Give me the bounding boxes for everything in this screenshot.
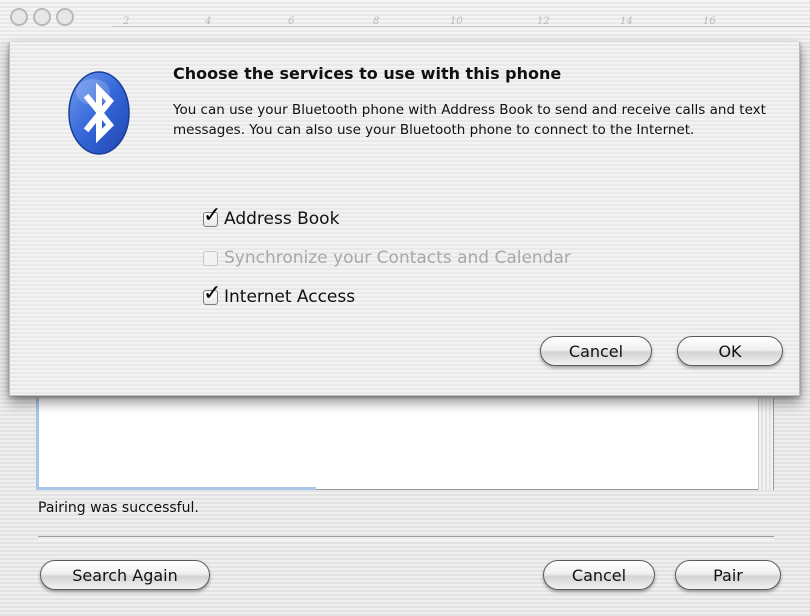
internet-access-option[interactable]: ✓ Internet Access — [203, 282, 356, 307]
ruler-number: 10 — [450, 16, 463, 27]
address-book-option[interactable]: ✓ Address Book — [203, 204, 340, 229]
bluetooth-icon — [68, 71, 130, 155]
device-list[interactable] — [36, 398, 774, 490]
focus-ring — [36, 398, 316, 490]
divider — [38, 536, 774, 540]
ruler-number: 14 — [620, 16, 633, 27]
internet-access-checkbox[interactable]: ✓ — [203, 282, 221, 305]
checkmark-icon: ✓ — [203, 280, 222, 306]
sheet-description: You can use your Bluetooth phone with Ad… — [173, 102, 766, 138]
minimize-window-icon[interactable] — [33, 8, 51, 26]
address-book-label: Address Book — [224, 209, 340, 229]
ruler-number: 2 — [123, 16, 130, 27]
ruler: 2 4 6 8 10 12 14 16 — [0, 0, 810, 42]
device-list-scrollbar[interactable] — [758, 398, 773, 490]
ok-button[interactable]: OK — [677, 336, 783, 366]
sync-contacts-calendar-option: Synchronize your Contacts and Calendar — [203, 248, 571, 268]
sync-contacts-calendar-label: Synchronize your Contacts and Calendar — [224, 248, 571, 268]
cancel-button[interactable]: Cancel — [540, 336, 652, 366]
ruler-number: 12 — [537, 16, 550, 27]
cancel-pairing-button[interactable]: Cancel — [543, 560, 655, 590]
ruler-number: 6 — [288, 16, 295, 27]
ruler-number: 16 — [703, 16, 716, 27]
pairing-status: Pairing was successful. — [38, 500, 199, 516]
search-again-button[interactable]: Search Again — [40, 560, 210, 590]
close-window-icon[interactable] — [10, 8, 28, 26]
checkmark-icon: ✓ — [203, 202, 222, 228]
ruler-number: 8 — [373, 16, 380, 27]
services-sheet: Choose the services to use with this pho… — [9, 42, 800, 396]
ruler-number: 4 — [205, 16, 212, 27]
pair-button[interactable]: Pair — [675, 560, 781, 590]
zoom-window-icon[interactable] — [56, 8, 74, 26]
internet-access-label: Internet Access — [224, 287, 356, 307]
sync-contacts-calendar-checkbox — [203, 250, 218, 266]
sheet-title: Choose the services to use with this pho… — [173, 64, 562, 83]
address-book-checkbox[interactable]: ✓ — [203, 204, 221, 227]
